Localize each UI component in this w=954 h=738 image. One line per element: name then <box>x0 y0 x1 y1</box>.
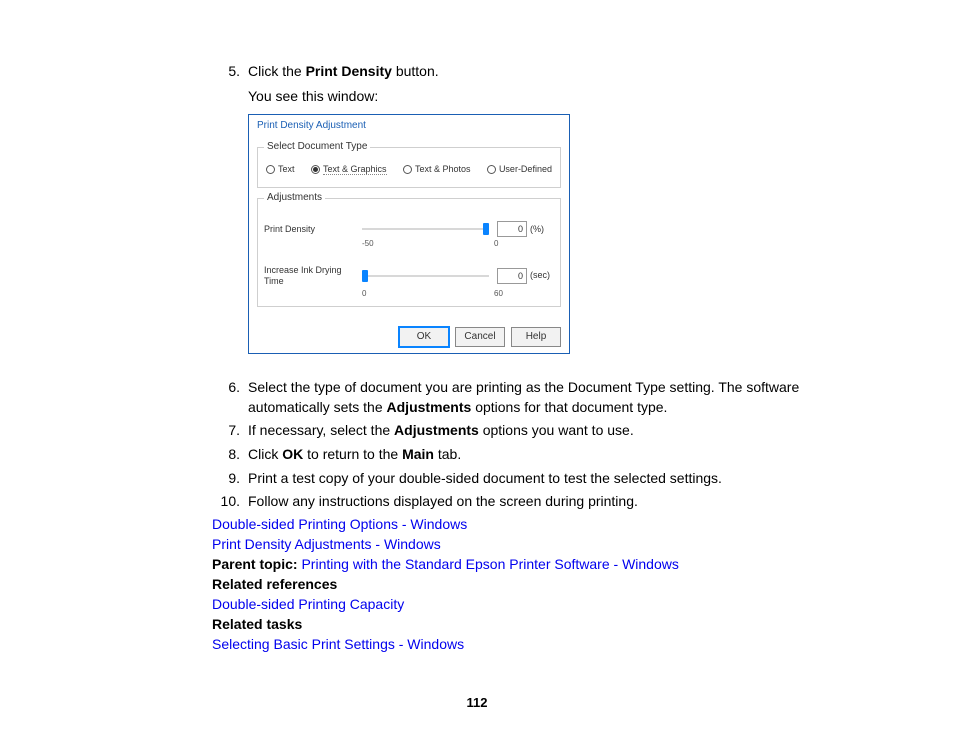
step-10: 10. Follow any instructions displayed on… <box>212 492 854 512</box>
print-density-row: Print Density 0 (%) <box>264 221 554 237</box>
drying-time-row: Increase Ink Drying Time 0 (sec) <box>264 265 554 287</box>
page-number: 112 <box>0 695 954 710</box>
radio-icon <box>266 165 275 174</box>
dialog-button-row: OK Cancel Help <box>249 321 569 353</box>
step-8: 8. Click OK to return to the Main tab. <box>212 445 854 465</box>
radio-text-graphics[interactable]: Text & Graphics <box>311 164 387 176</box>
print-density-dialog: Print Density Adjustment Select Document… <box>248 114 570 355</box>
step-list: 5. Click the Print Density button. <box>212 62 854 82</box>
link-parent-topic[interactable]: Printing with the Standard Epson Printer… <box>301 556 678 572</box>
related-references-heading: Related references <box>212 576 854 592</box>
step-list-cont: 6. Select the type of document you are p… <box>212 378 854 512</box>
step-text: Click the Print Density button. <box>248 62 854 82</box>
ok-button[interactable]: OK <box>399 327 449 347</box>
group-label: Adjustments <box>264 192 325 204</box>
dialog-title: Print Density Adjustment <box>249 115 569 137</box>
drying-time-value[interactable]: 0 <box>497 268 527 284</box>
document-type-group: Select Document Type Text Text & Graphic… <box>257 147 561 189</box>
link-basic-print-settings[interactable]: Selecting Basic Print Settings - Windows <box>212 636 854 652</box>
step-number: 5. <box>212 62 248 82</box>
cancel-button[interactable]: Cancel <box>455 327 505 347</box>
radio-icon <box>487 165 496 174</box>
print-density-value[interactable]: 0 <box>497 221 527 237</box>
group-label: Select Document Type <box>264 141 370 153</box>
parent-topic: Parent topic: Printing with the Standard… <box>212 556 854 572</box>
step-7: 7. If necessary, select the Adjustments … <box>212 421 854 441</box>
radio-text[interactable]: Text <box>266 164 295 175</box>
step-5: 5. Click the Print Density button. <box>212 62 854 82</box>
radio-text-photos[interactable]: Text & Photos <box>403 164 471 175</box>
radio-icon <box>311 165 320 174</box>
help-button[interactable]: Help <box>511 327 561 347</box>
print-density-slider[interactable] <box>362 224 489 234</box>
link-print-density-adjustments[interactable]: Print Density Adjustments - Windows <box>212 536 854 552</box>
link-double-sided-options[interactable]: Double-sided Printing Options - Windows <box>212 516 854 532</box>
radio-icon <box>403 165 412 174</box>
link-double-sided-capacity[interactable]: Double-sided Printing Capacity <box>212 596 854 612</box>
step-5-subtext: You see this window: <box>248 88 854 104</box>
radio-user-defined[interactable]: User-Defined <box>487 164 552 175</box>
step-6: 6. Select the type of document you are p… <box>212 378 854 417</box>
adjustments-group: Adjustments Print Density 0 (%) -50 0 In… <box>257 198 561 307</box>
step-9: 9. Print a test copy of your double-side… <box>212 469 854 489</box>
document-page: 5. Click the Print Density button. You s… <box>0 0 954 652</box>
related-tasks-heading: Related tasks <box>212 616 854 632</box>
drying-time-slider[interactable] <box>362 271 489 281</box>
